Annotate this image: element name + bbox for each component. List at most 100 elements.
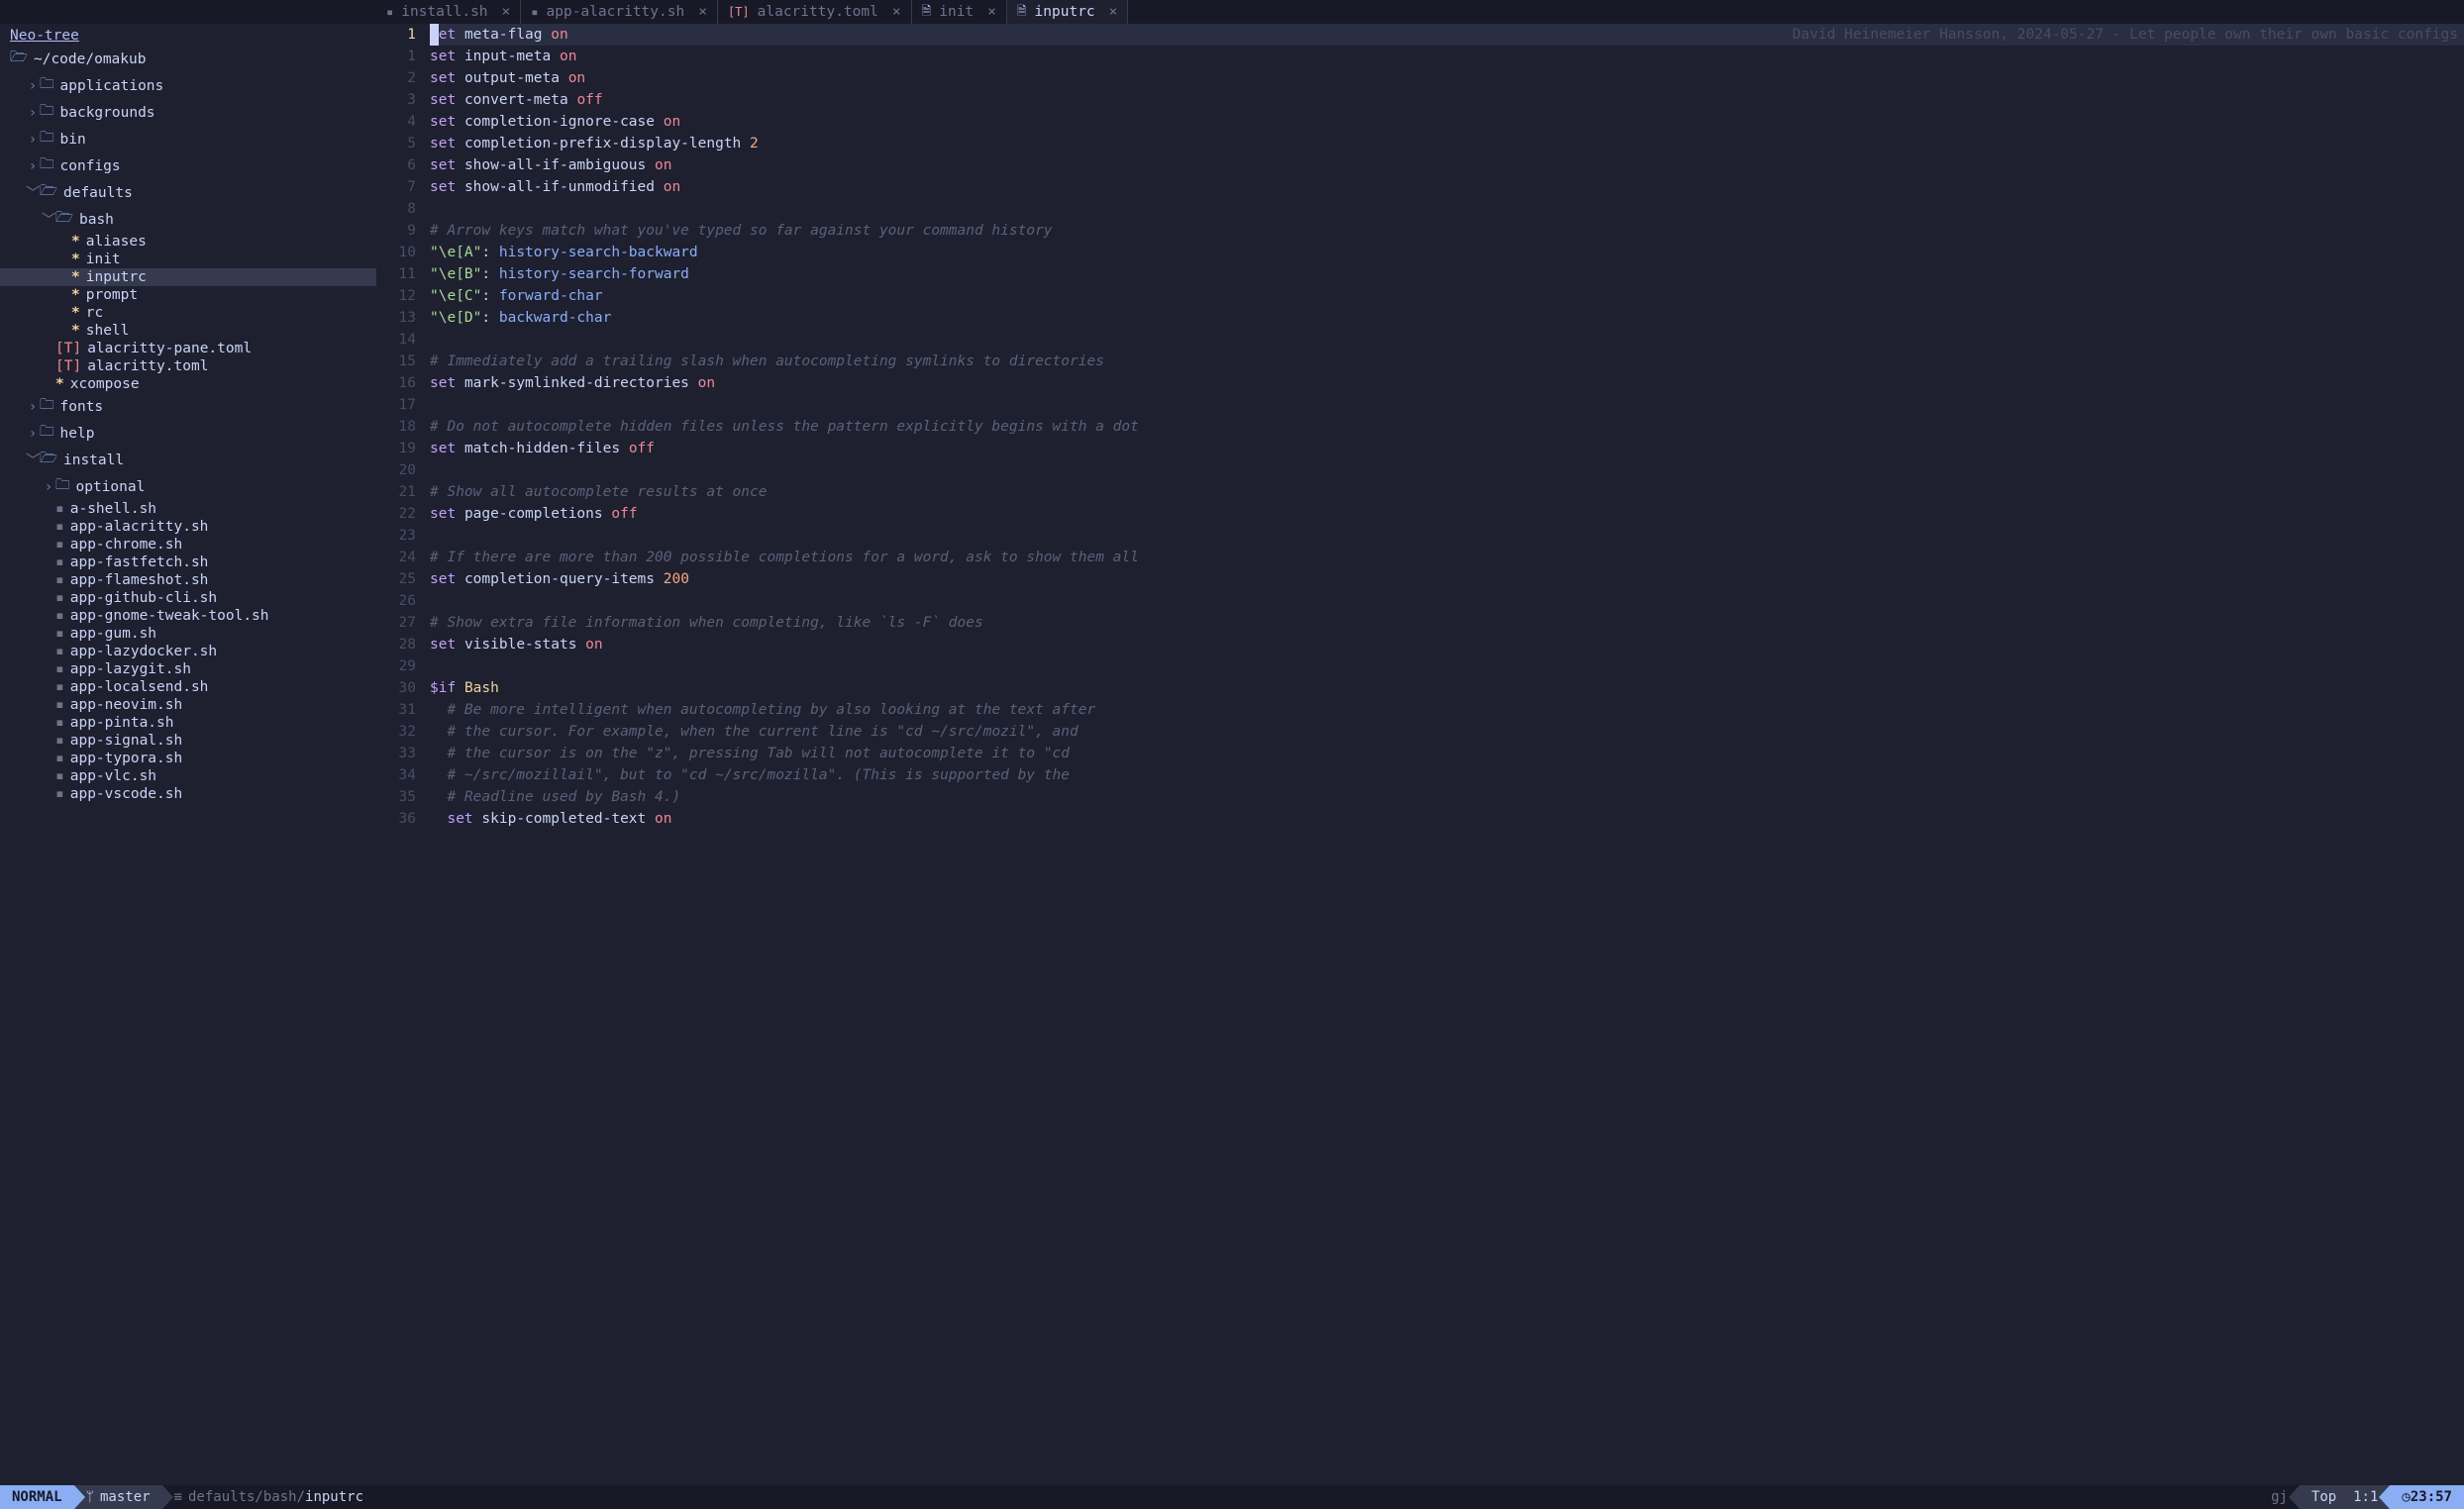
tree-dir-install[interactable]: ﹀🗁install [0,447,376,473]
code-line[interactable]: "\e[B": history-search-forward [430,263,2464,285]
code-line[interactable]: "\e[A": history-search-backward [430,242,2464,263]
chevron-icon[interactable]: ﹀ [26,182,40,203]
chevron-icon[interactable]: › [26,158,40,174]
tree-dir-optional[interactable]: ›🗀optional [0,473,376,500]
tree-root[interactable]: 🗁 ~/code/omakub [0,46,376,72]
tree-dir-help[interactable]: ›🗀help [0,420,376,447]
code-line[interactable]: set show-all-if-ambiguous on [430,154,2464,176]
tree-file-rc[interactable]: *rc [0,304,376,322]
code-line[interactable]: # Readline used by Bash 4.) [430,786,2464,808]
code-line[interactable]: "\e[C": forward-char [430,285,2464,307]
close-icon[interactable]: × [698,4,707,20]
tree-dir-configs[interactable]: ›🗀configs [0,152,376,179]
tree-file-shell[interactable]: *shell [0,322,376,340]
code-line[interactable]: # Show all autocomplete results at once [430,481,2464,503]
code-line[interactable]: $if Bash [430,677,2464,699]
tree-file-inputrc[interactable]: *inputrc [0,268,376,286]
code-line[interactable] [430,590,2464,612]
tree-file-init[interactable]: *init [0,251,376,268]
code-line[interactable]: # If there are more than 200 possible co… [430,547,2464,568]
code-line[interactable]: # Immediately add a trailing slash when … [430,351,2464,372]
tree-file-app-pinta-sh[interactable]: ▪app-pinta.sh [0,714,376,732]
tree-file-app-typora-sh[interactable]: ▪app-typora.sh [0,750,376,767]
code-line[interactable]: "\e[D": backward-char [430,307,2464,329]
code-line[interactable] [430,329,2464,351]
tree-file-alacritty-toml[interactable]: [T]alacritty.toml [0,357,376,375]
tree-dir-bin[interactable]: ›🗀bin [0,126,376,152]
tree-file-xcompose[interactable]: *xcompose [0,375,376,393]
tree-file-app-gum-sh[interactable]: ▪app-gum.sh [0,625,376,643]
code-line[interactable]: set meta-flag onDavid Heinemeier Hansson… [430,24,2464,46]
code-line[interactable]: # the cursor. For example, when the curr… [430,721,2464,743]
chevron-icon[interactable]: ﹀ [42,209,55,230]
tree-file-a-shell-sh[interactable]: ▪a-shell.sh [0,500,376,518]
tree-file-app-lazydocker-sh[interactable]: ▪app-lazydocker.sh [0,643,376,660]
tab-alacritty-toml[interactable]: [T]alacritty.toml× [718,0,912,24]
code-line[interactable] [430,394,2464,416]
close-icon[interactable]: × [1109,4,1118,20]
code-line[interactable]: set visible-stats on [430,634,2464,655]
chevron-icon[interactable]: ﹀ [26,450,40,470]
tree-file-app-gnome-tweak-tool-sh[interactable]: ▪app-gnome-tweak-tool.sh [0,607,376,625]
code-line[interactable]: set show-all-if-unmodified on [430,176,2464,198]
close-icon[interactable]: × [987,4,996,20]
tab-install-sh[interactable]: ▪install.sh× [376,0,521,24]
close-icon[interactable]: × [892,4,901,20]
code-line[interactable]: set match-hidden-files off [430,438,2464,459]
tree-file-app-chrome-sh[interactable]: ▪app-chrome.sh [0,536,376,553]
git-branch[interactable]: ᛘ master [74,1485,162,1509]
code-line[interactable]: set convert-meta off [430,89,2464,111]
chevron-icon[interactable]: › [26,426,40,442]
tree-file-app-flameshot-sh[interactable]: ▪app-flameshot.sh [0,571,376,589]
editor[interactable]: 1123456789101112131415161718192021222324… [376,24,2464,1485]
tab-init[interactable]: 🗎init× [912,0,1007,24]
code-line[interactable] [430,198,2464,220]
tab-app-alacritty-sh[interactable]: ▪app-alacritty.sh× [521,0,718,24]
tab-inputrc[interactable]: 🗎inputrc× [1007,0,1129,24]
tree-file-app-lazygit-sh[interactable]: ▪app-lazygit.sh [0,660,376,678]
code-line[interactable]: # Show extra file information when compl… [430,612,2464,634]
chevron-icon[interactable]: › [26,105,40,121]
tree-file-app-github-cli-sh[interactable]: ▪app-github-cli.sh [0,589,376,607]
tree-file-alacritty-pane-toml[interactable]: [T]alacritty-pane.toml [0,340,376,357]
code-line[interactable]: # Be more intelligent when autocompletin… [430,699,2464,721]
chevron-icon[interactable]: › [26,132,40,148]
tree-dir-backgrounds[interactable]: ›🗀backgrounds [0,99,376,126]
code-line[interactable]: # Arrow keys match what you've typed so … [430,220,2464,242]
tree-file-app-vlc-sh[interactable]: ▪app-vlc.sh [0,767,376,785]
tree-file-app-neovim-sh[interactable]: ▪app-neovim.sh [0,696,376,714]
chevron-icon[interactable]: › [26,399,40,415]
tree-dir-defaults[interactable]: ﹀🗁defaults [0,179,376,206]
chevron-icon[interactable]: › [42,479,55,495]
code-line[interactable]: set skip-completed-text on [430,808,2464,830]
code-line[interactable]: set completion-prefix-display-length 2 [430,133,2464,154]
code-line[interactable]: set page-completions off [430,503,2464,525]
file-tree[interactable]: Neo-tree 🗁 ~/code/omakub ›🗀applications›… [0,24,376,1485]
close-icon[interactable]: × [502,4,511,20]
line-number: 33 [376,743,416,764]
tree-file-app-alacritty-sh[interactable]: ▪app-alacritty.sh [0,518,376,536]
code-line[interactable]: set mark-symlinked-directories on [430,372,2464,394]
tree-dir-applications[interactable]: ›🗀applications [0,72,376,99]
chevron-icon[interactable]: › [26,78,40,94]
tree-label: app-vscode.sh [70,786,183,802]
code-line[interactable]: # the cursor is on the "z", pressing Tab… [430,743,2464,764]
code-line[interactable]: set completion-ignore-case on [430,111,2464,133]
code-line[interactable] [430,655,2464,677]
tree-file-prompt[interactable]: *prompt [0,286,376,304]
code-line[interactable]: set input-meta on [430,46,2464,67]
tree-dir-fonts[interactable]: ›🗀fonts [0,393,376,420]
tree-file-app-signal-sh[interactable]: ▪app-signal.sh [0,732,376,750]
tree-file-aliases[interactable]: *aliases [0,233,376,251]
code-line[interactable]: # ~/src/mozillail", but to "cd ~/src/moz… [430,764,2464,786]
code-line[interactable] [430,459,2464,481]
code-area[interactable]: set meta-flag onDavid Heinemeier Hansson… [430,24,2464,1485]
tree-dir-bash[interactable]: ﹀🗁bash [0,206,376,233]
tree-file-app-fastfetch-sh[interactable]: ▪app-fastfetch.sh [0,553,376,571]
code-line[interactable]: # Do not autocomplete hidden files unles… [430,416,2464,438]
code-line[interactable]: set output-meta on [430,67,2464,89]
code-line[interactable] [430,525,2464,547]
tree-file-app-localsend-sh[interactable]: ▪app-localsend.sh [0,678,376,696]
tree-file-app-vscode-sh[interactable]: ▪app-vscode.sh [0,785,376,803]
code-line[interactable]: set completion-query-items 200 [430,568,2464,590]
